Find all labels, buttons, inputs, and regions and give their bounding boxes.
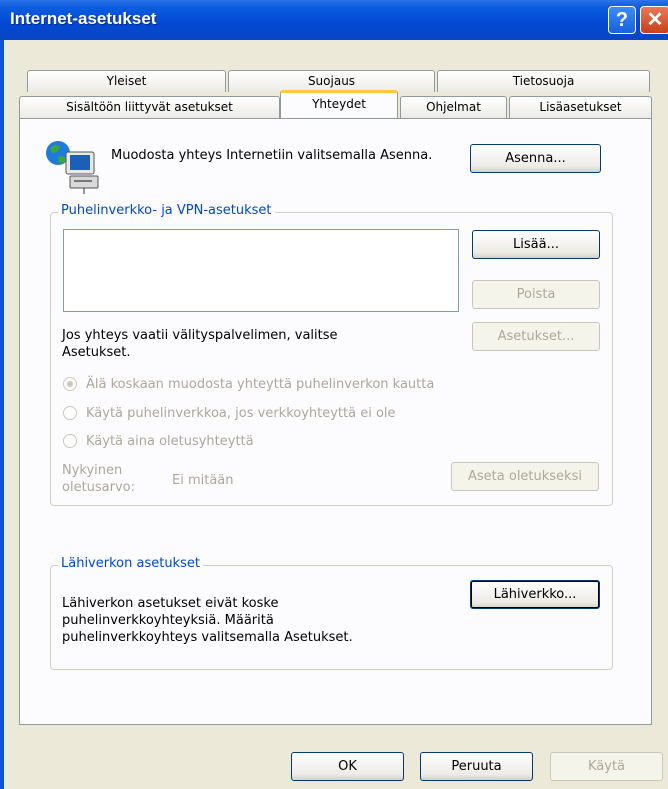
lan-settings-button[interactable]: Lähiverkko... xyxy=(470,580,600,609)
help-button[interactable]: ? xyxy=(608,6,636,34)
current-default-value: Ei mitään xyxy=(172,473,234,488)
set-default-button[interactable]: Aseta oletukseksi xyxy=(451,462,599,491)
settings-button[interactable]: Asetukset... xyxy=(472,322,600,351)
add-button[interactable]: Lisää... xyxy=(472,230,600,259)
title-bar[interactable]: Internet-asetukset ? ✕ xyxy=(0,0,668,40)
setup-description: Muodosta yhteys Internetiin valitsemalla… xyxy=(111,148,433,163)
close-button[interactable]: ✕ xyxy=(640,6,668,34)
cancel-button[interactable]: Peruuta xyxy=(420,752,533,781)
tab-suojaus[interactable]: Suojaus xyxy=(228,70,435,92)
remove-button[interactable]: Poista xyxy=(472,280,600,309)
tab-yleiset[interactable]: Yleiset xyxy=(27,70,226,92)
tab-yhteydet[interactable]: Yhteydet xyxy=(280,90,398,118)
lan-group-label: Lähiverkon asetukset xyxy=(58,556,203,571)
radio-always-default-label: Käytä aina oletusyhteyttä xyxy=(86,434,254,449)
tab-lisaasetukset[interactable]: Lisäasetukset xyxy=(509,96,652,118)
radio-never-dial[interactable] xyxy=(63,377,77,391)
window-title: Internet-asetukset xyxy=(10,9,157,28)
proxy-text: Jos yhteys vaatii välityspalvelimen, val… xyxy=(62,328,338,360)
radio-always-default[interactable] xyxy=(63,434,77,448)
network-connection-icon xyxy=(46,141,99,194)
lan-description: Lähiverkon asetukset eivät koske puhelin… xyxy=(62,596,353,645)
tab-sisaltoon[interactable]: Sisältöön liittyvät asetukset xyxy=(19,96,280,118)
dialup-group-label: Puhelinverkko- ja VPN-asetukset xyxy=(58,203,275,218)
ok-button[interactable]: OK xyxy=(291,752,404,781)
setup-button[interactable]: Asenna... xyxy=(470,144,601,173)
tab-tietosuoja[interactable]: Tietosuoja xyxy=(437,70,650,92)
tab-ohjelmat[interactable]: Ohjelmat xyxy=(400,96,507,118)
radio-never-dial-label: Älä koskaan muodosta yhteyttä puhelinver… xyxy=(86,377,435,392)
apply-button[interactable]: Käytä xyxy=(550,752,663,781)
connection-list[interactable] xyxy=(63,229,459,312)
radio-dial-when-no-network-label: Käytä puhelinverkkoa, jos verkkoyhteyttä… xyxy=(86,406,396,421)
radio-dial-when-no-network[interactable] xyxy=(63,406,77,420)
dialog-window: Internet-asetukset ? ✕ Yleiset Suojaus T… xyxy=(0,0,668,789)
window-frame xyxy=(0,40,4,789)
current-default-label: Nykyinen oletusarvo: xyxy=(62,463,136,495)
